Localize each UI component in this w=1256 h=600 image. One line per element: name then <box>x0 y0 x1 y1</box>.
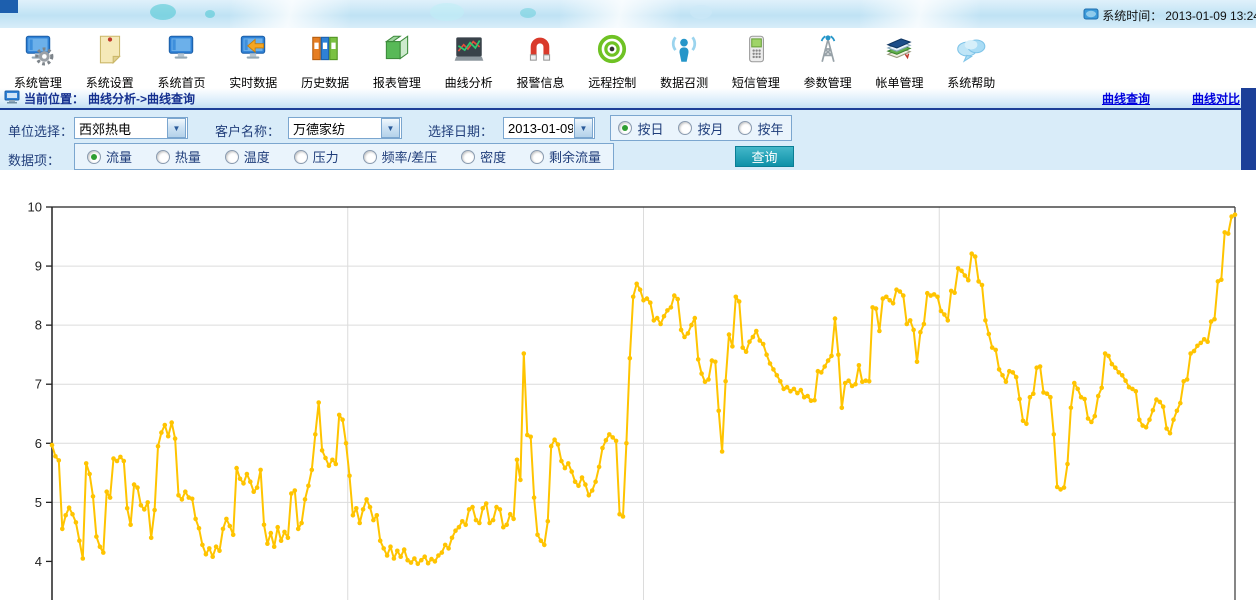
svg-text:8: 8 <box>35 318 42 333</box>
curve-chart: 10 9 8 7 6 5 4 <box>0 0 1256 600</box>
svg-text:9: 9 <box>35 259 42 274</box>
svg-text:4: 4 <box>35 554 42 569</box>
svg-text:6: 6 <box>35 436 42 451</box>
svg-text:10: 10 <box>28 200 42 215</box>
svg-text:7: 7 <box>35 377 42 392</box>
svg-text:5: 5 <box>35 495 42 510</box>
